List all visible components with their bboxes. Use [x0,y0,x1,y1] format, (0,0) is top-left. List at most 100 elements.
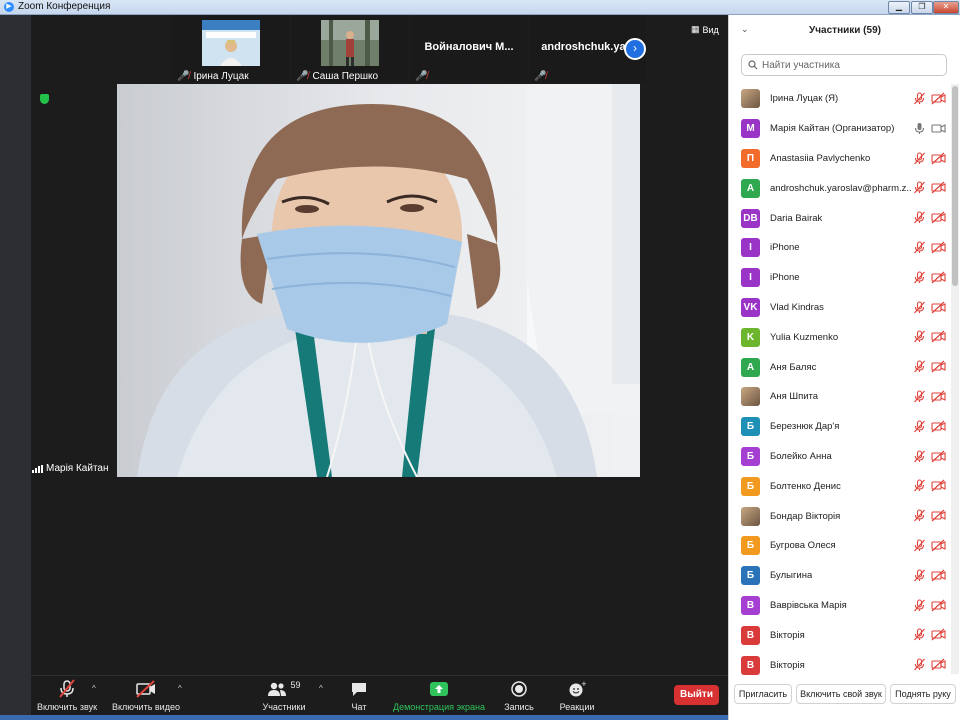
reactions-icon: + [569,681,586,697]
participant-row[interactable]: Aandroshchuk.yaroslav@pharm.z... [729,173,951,203]
camera-off-icon [931,539,946,552]
encryption-shield-icon[interactable] [40,94,49,104]
participant-name: Болейко Анна [770,450,832,462]
next-page-button[interactable]: › [624,38,646,60]
participant-list: Ірина Луцак (Я) M Марія Кайтан (Организато… [729,84,951,680]
raise-hand-button[interactable]: Поднять руку [890,684,956,704]
participant-row[interactable]: VK Vlad Kindras [729,293,951,323]
speaker-video-frame [117,84,640,477]
share-screen-label: Демонстрация экрана [393,702,485,712]
participant-row[interactable]: IiPhone [729,233,951,263]
camera-off-icon [931,390,946,403]
participant-row[interactable]: В Ваврівська Марія [729,591,951,621]
camera-off-icon [931,271,946,284]
invite-button[interactable]: Пригласить [734,684,792,704]
close-button[interactable]: ✕ [933,1,959,14]
mic-muted-icon [914,360,925,373]
participant-avatar: M [741,119,760,139]
mic-muted-icon [914,569,925,582]
scrollbar-thumb[interactable] [952,86,958,286]
search-input[interactable] [762,59,932,71]
participant-avatar: I [741,238,760,258]
participants-icon [268,682,287,696]
participant-row[interactable]: Б Булыгина [729,561,951,591]
start-video-button[interactable]: Включить видео [111,678,181,712]
share-screen-button[interactable]: Демонстрация экрана [393,678,485,712]
window-titlebar: ▶ Zoom Конференция ▁ ❐ ✕ [0,0,960,15]
video-options-caret[interactable]: ^ [178,684,182,693]
svg-text:+: + [581,681,586,688]
participant-row[interactable]: Ірина Луцак (Я) [729,84,951,114]
mic-muted-icon: 🎤̸ [534,71,547,82]
reactions-button[interactable]: + Реакции [558,678,596,712]
mic-muted-icon [914,479,925,492]
participants-panel: ⌄ Участники (59) Ірина Луцак (Я) M Марія К… [728,15,960,720]
record-button[interactable]: Запись [502,678,536,712]
participant-row[interactable]: Бондар Вікторія [729,501,951,531]
participant-row[interactable]: Б Болейко Анна [729,442,951,472]
panel-title: Участники (59) [809,25,881,36]
participant-list-scrollbar[interactable] [951,84,959,674]
zoom-logo-icon: ▶ [4,2,14,12]
participant-avatar: В [741,655,760,675]
signal-strength-icon [32,464,43,473]
participant-row[interactable]: K Yulia Kuzmenko [729,322,951,352]
camera-off-icon [931,450,946,463]
camera-off-icon [931,420,946,433]
camera-off-icon [931,479,946,492]
participant-name: iPhone [770,242,800,254]
participant-name: androshchuk.yaroslav@pharm.z... [770,182,912,194]
mic-muted-icon [914,509,925,522]
participant-row[interactable]: Б Болтенко Денис [729,471,951,501]
participant-name: Daria Bairak [770,212,823,224]
minimize-button[interactable]: ▁ [888,1,910,14]
participant-row[interactable]: В Вікторія [729,650,951,680]
mic-muted-icon [914,152,925,164]
participants-count: 59 [290,680,301,690]
participant-video-thumbnail [321,20,379,66]
chat-label: Чат [351,702,367,712]
mic-muted-icon [914,628,925,641]
participant-row[interactable]: Б Бугрова Олеся [729,531,951,561]
participant-avatar: Б [741,476,760,496]
unmute-label: Включить звук [36,702,98,712]
participant-avatar: Б [741,536,760,556]
participant-name: Ірина Луцак (Я) [770,93,839,105]
unmute-button[interactable]: Включить звук [35,678,99,712]
thumbnail-name-plate: 🎤̸ [415,71,427,82]
participant-row[interactable]: M Марія Кайтан (Организатор) [729,114,951,144]
participants-button[interactable]: 59 Участники [259,678,309,712]
participant-row[interactable]: A Аня Баляс [729,352,951,382]
participant-video-thumbnail [202,20,260,66]
chevron-right-icon: › [633,41,637,55]
unmute-self-button[interactable]: Включить свой звук [796,684,886,704]
thumbnail-tile[interactable]: 🎤̸ Саша Першко [292,15,408,82]
participant-row[interactable]: IiPhone [729,263,951,293]
camera-off-icon [931,92,946,105]
participant-row[interactable]: Аня Шпита [729,382,951,412]
audio-options-caret[interactable]: ^ [92,684,96,693]
thumbnail-tile[interactable]: 🎤̸ Ірина Луцак [173,15,289,82]
camera-off-icon [931,599,946,611]
chat-icon [352,683,366,696]
maximize-button[interactable]: ❐ [911,1,933,14]
chat-button[interactable]: Чат [344,678,374,712]
participant-row[interactable]: DB Daria Bairak [729,203,951,233]
participant-row[interactable]: П Anastasiia Pavlychenko [729,144,951,174]
participant-search[interactable] [741,54,947,76]
view-button[interactable]: ▦ Вид [691,24,719,35]
panel-header: ⌄ Участники (59) [729,15,960,45]
participant-row[interactable]: Б Березнюк Дар'я [729,412,951,442]
camera-off-icon [931,509,946,522]
participant-name: Марія Кайтан (Организатор) [770,123,895,135]
thumbnail-name: Войналович М... [424,41,514,53]
participant-row[interactable]: В Вікторія [729,620,951,650]
thumbnail-tile[interactable]: Войналович М... 🎤̸ [411,15,527,82]
camera-off-icon [931,211,946,224]
mic-muted-icon [914,211,925,224]
mic-muted-icon: 🎤̸ [296,71,309,82]
leave-meeting-button[interactable]: Выйти [674,685,719,705]
participants-options-caret[interactable]: ^ [319,684,323,693]
participant-avatar: Б [741,417,760,437]
participant-name: Бондар Вікторія [770,510,841,522]
